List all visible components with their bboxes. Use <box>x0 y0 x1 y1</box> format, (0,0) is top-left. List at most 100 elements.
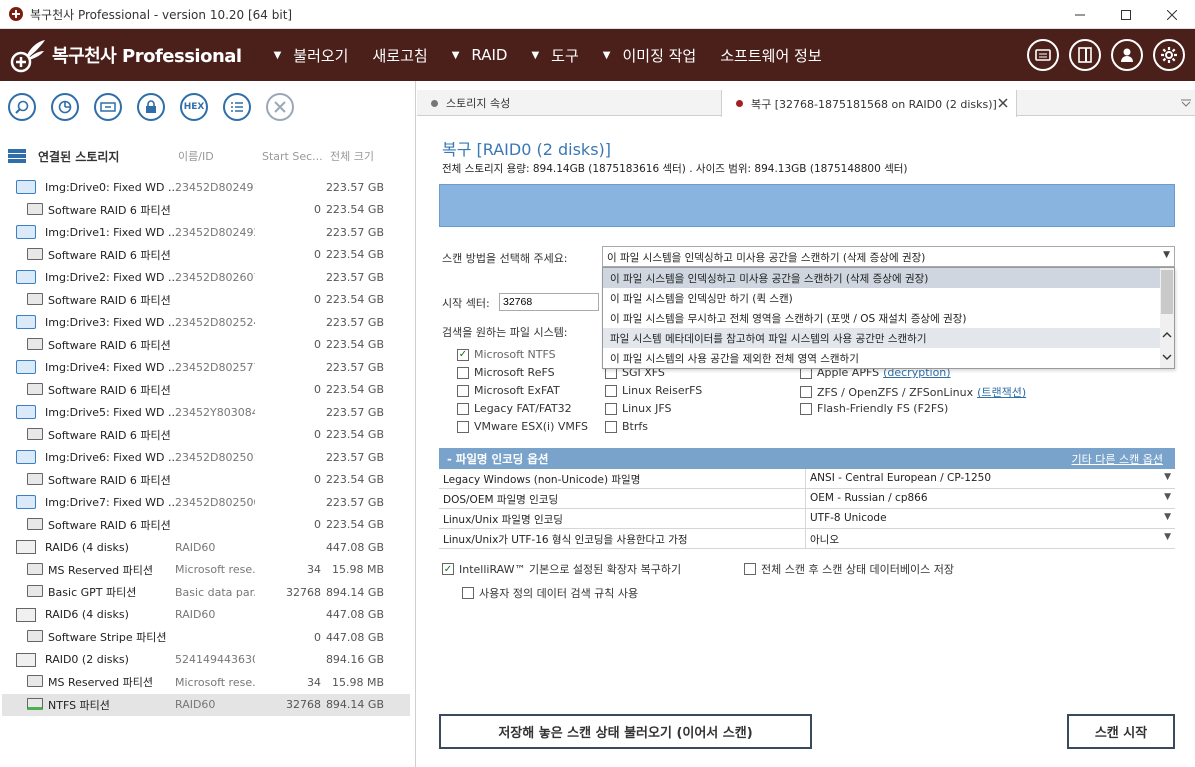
storage-device-row[interactable]: Img:Drive3: Fixed WD ... 23452D802524 223.… <box>2 311 410 334</box>
minimize-button[interactable] <box>1057 0 1103 29</box>
menu-item[interactable]: 새로고침 <box>372 45 427 66</box>
raid-icon <box>16 540 36 554</box>
intelliraw-checkbox[interactable]: ✓ IntelliRAW™ 기본으로 설정된 확장자 복구하기 <box>442 561 681 577</box>
dropdown-scrollbar[interactable] <box>1160 268 1174 368</box>
scan-option[interactable]: 이 파일 시스템을 인덱싱하고 미사용 공간을 스캔하기 (삭제 증상에 권장) <box>603 268 1174 288</box>
save-db-checkbox[interactable]: 전체 스캔 후 스캔 상태 데이터베이스 저장 <box>744 561 954 577</box>
scan-method-select[interactable]: 이 파일 시스템을 인덱싱하고 미사용 공간을 스캔하기 (삭제 증상에 권장)… <box>602 246 1175 267</box>
row-size: 223.54 GB <box>325 248 384 262</box>
row-name: Img:Drive3: Fixed WD ... <box>45 315 179 329</box>
encoding-value-select[interactable]: UTF-8 Unicode ▼ <box>806 509 1175 528</box>
scan-option[interactable]: 이 파일 시스템을 무시하고 전체 영역을 스캔하기 (포맷 / OS 재설치 … <box>603 308 1174 328</box>
scroll-up-icon[interactable] <box>1162 332 1172 338</box>
storage-device-row[interactable]: Img:Drive4: Fixed WD ... 23452D802577 223.… <box>2 356 410 379</box>
load-scan-state-button[interactable]: 저장해 놓은 스캔 상태 불러오기 (이어서 스캔) <box>439 714 812 749</box>
partition-icon <box>27 202 43 215</box>
storage-device-row[interactable]: Img:Drive5: Fixed WD ... 23452Y803084 223.… <box>2 401 410 424</box>
partition-row[interactable]: Software RAID 6 파티션 0 223.54 GB <box>2 289 410 312</box>
panel-icon[interactable] <box>1069 39 1101 71</box>
filesystem-checkbox[interactable]: ✓ Microsoft NTFS <box>457 348 556 361</box>
storage-device-row[interactable]: Img:Drive7: Fixed WD ... 23452D802500 223.… <box>2 491 410 514</box>
gear-icon[interactable] <box>1153 39 1185 71</box>
close-icon[interactable] <box>266 93 294 121</box>
recover-icon[interactable] <box>94 93 122 121</box>
partition-row[interactable]: Software RAID 6 파티션 0 223.54 GB <box>2 514 410 537</box>
encoding-value-select[interactable]: ANSI - Central European / CP-1250 ▼ <box>806 469 1175 488</box>
scan-icon[interactable] <box>51 93 79 121</box>
menu-item[interactable]: 소프트웨어 정보 <box>720 45 821 66</box>
filesystem-checkbox[interactable]: Microsoft ReFS <box>457 366 555 379</box>
partition-row[interactable]: Software RAID 6 파티션 0 223.54 GB <box>2 469 410 492</box>
partition-row[interactable]: NTFS 파티션 RAID60 32768 894.14 GB <box>2 693 410 716</box>
hex-icon[interactable]: HEX <box>180 93 208 121</box>
partition-row[interactable]: Software RAID 6 파티션 0 223.54 GB <box>2 379 410 402</box>
tab-close-icon[interactable] <box>998 98 1008 108</box>
row-name: Software RAID 6 파티션 <box>48 473 171 487</box>
filesystem-checkbox[interactable]: VMware ESX(i) VMFS <box>457 420 588 433</box>
menu-item[interactable]: ▼ RAID <box>452 46 508 64</box>
storage-device-row[interactable]: RAID0 (2 disks) 524149443630... 894.16 GB <box>2 649 410 672</box>
partition-row[interactable]: Software RAID 6 파티션 0 223.54 GB <box>2 334 410 357</box>
filesystem-option-link[interactable]: (트랜잭션) <box>977 384 1026 400</box>
maximize-button[interactable] <box>1103 0 1149 29</box>
custom-rules-checkbox[interactable]: 사용자 정의 데이터 검색 규칙 사용 <box>462 585 638 601</box>
partition-row[interactable]: MS Reserved 파티션 Microsoft rese... 34 15.98 … <box>2 671 410 694</box>
storage-device-row[interactable]: Img:Drive6: Fixed WD ... 23452D802501 223.… <box>2 446 410 469</box>
menu-item[interactable]: ▼ 이미징 작업 <box>603 45 696 66</box>
filesystem-checkbox[interactable]: Legacy FAT/FAT32 <box>457 402 572 415</box>
partition-row[interactable]: Software Stripe 파티션 0 447.08 GB <box>2 626 410 649</box>
storage-stack-icon <box>8 149 26 163</box>
row-start: 34 <box>307 563 321 577</box>
filesystem-checkbox[interactable]: Flash-Friendly FS (F2FS) <box>800 402 948 415</box>
scroll-down-icon[interactable] <box>1162 354 1172 360</box>
lock-icon[interactable] <box>137 93 165 121</box>
column-id[interactable]: 이름/ID <box>178 148 214 164</box>
filesystem-checkbox[interactable]: ZFS / OpenZFS / ZFSonLinux (트랜잭션) <box>800 384 1026 400</box>
partition-row[interactable]: MS Reserved 파티션 Microsoft rese... 34 15.98 … <box>2 559 410 582</box>
storage-device-row[interactable]: Img:Drive2: Fixed WD ... 23452D802607 223.… <box>2 266 410 289</box>
partition-row[interactable]: Software RAID 6 파티션 0 223.54 GB <box>2 199 410 222</box>
encoding-row: Linux/Unix 파일명 인코딩 UTF-8 Unicode ▼ <box>439 509 1175 529</box>
partition-row[interactable]: Software RAID 6 파티션 0 223.54 GB <box>2 244 410 267</box>
scan-option[interactable]: 파일 시스템 메타데이터를 참고하여 파일 시스템의 사용 공간만 스캔하기 <box>603 328 1174 348</box>
partition-row[interactable]: Basic GPT 파티션 Basic data par... 32768 894.1… <box>2 581 410 604</box>
start-scan-button[interactable]: 스캔 시작 <box>1067 714 1175 749</box>
start-sector-input[interactable] <box>499 293 599 311</box>
filesystem-checkbox[interactable]: Microsoft ExFAT <box>457 384 560 397</box>
column-size[interactable]: 전체 크기 <box>330 148 374 164</box>
close-window-button[interactable] <box>1149 0 1195 29</box>
scan-option[interactable]: 이 파일 시스템을 인덱싱만 하기 (퀵 스캔) <box>603 288 1174 308</box>
disk-icon <box>16 360 36 374</box>
checkbox-box <box>744 563 756 575</box>
storage-device-row[interactable]: RAID6 (4 disks) RAID60 447.08 GB <box>2 604 410 627</box>
row-size: 894.14 GB <box>325 585 384 599</box>
encoding-header[interactable]: - 파일명 인코딩 옵션 기타 다른 스캔 옵션 <box>439 448 1175 469</box>
menu-item[interactable]: ▼ 불러오기 <box>274 45 349 66</box>
tab-overflow-icon[interactable] <box>1181 99 1191 107</box>
filesystem-checkbox[interactable]: Btrfs <box>605 420 648 433</box>
row-id: 23452D802501 <box>175 450 255 464</box>
row-size: 223.54 GB <box>325 428 384 442</box>
encoding-value-select[interactable]: 아니오 ▼ <box>806 529 1175 548</box>
row-size: 223.57 GB <box>325 270 384 284</box>
storage-device-row[interactable]: RAID6 (4 disks) RAID60 447.08 GB <box>2 536 410 559</box>
partition-row[interactable]: Software RAID 6 파티션 0 223.54 GB <box>2 424 410 447</box>
app-logo: 복구천사 Professional <box>10 37 242 73</box>
user-icon[interactable] <box>1111 39 1143 71</box>
monitor-icon[interactable] <box>1027 39 1059 71</box>
storage-device-row[interactable]: Img:Drive1: Fixed WD ... 23452D802492 223.… <box>2 221 410 244</box>
filesystem-checkbox[interactable]: Linux ReiserFS <box>605 384 702 397</box>
encoding-value-select[interactable]: OEM - Russian / cp866 ▼ <box>806 489 1175 508</box>
scrollbar-thumb[interactable] <box>1161 270 1173 314</box>
tab-storage-properties[interactable]: 스토리지 속성 <box>417 90 721 116</box>
column-start-sector[interactable]: Start Sec... <box>262 150 323 163</box>
other-scan-options-link[interactable]: 기타 다른 스캔 옵션 <box>1072 451 1163 467</box>
list-icon[interactable] <box>223 93 251 121</box>
menu-item[interactable]: ▼ 도구 <box>531 45 578 66</box>
filesystem-label: Microsoft ReFS <box>474 366 555 379</box>
search-icon[interactable] <box>8 93 36 121</box>
filesystem-checkbox[interactable]: Linux JFS <box>605 402 672 415</box>
storage-device-row[interactable]: Img:Drive0: Fixed WD ... 23452D802491 223.… <box>2 176 410 199</box>
tab-recovery[interactable]: 복구 [32768-1875181568 on RAID0 (2 disks)] <box>721 90 1017 117</box>
scan-option[interactable]: 이 파일 시스템의 사용 공간을 제외한 전체 영역 스캔하기 <box>603 348 1174 368</box>
